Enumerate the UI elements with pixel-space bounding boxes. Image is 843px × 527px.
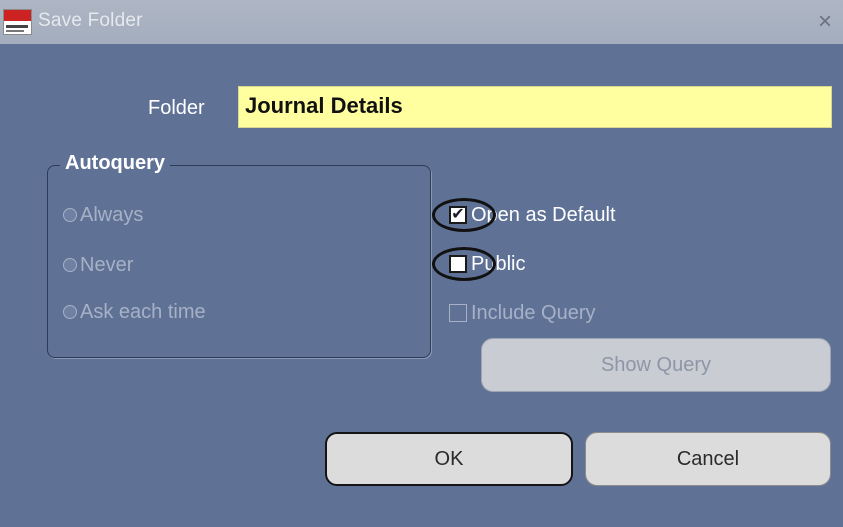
close-icon[interactable]: ×: [818, 9, 832, 35]
include-query-checkbox[interactable]: Include Query: [449, 300, 596, 326]
radio-never-label: Never: [80, 253, 134, 276]
radio-ask-each-time-label: Ask each time: [80, 300, 206, 323]
radio-never[interactable]: Never: [63, 254, 133, 276]
include-query-label: Include Query: [471, 301, 596, 324]
radio-always[interactable]: Always: [63, 204, 143, 226]
cancel-button[interactable]: Cancel: [585, 432, 831, 486]
title-bar[interactable]: Save Folder ×: [0, 0, 843, 44]
highlight-annotation: [432, 198, 496, 232]
save-folder-dialog: Save Folder × Folder Journal Details Aut…: [0, 0, 843, 527]
oracle-app-icon: [3, 9, 32, 35]
checkbox-icon: [449, 304, 467, 322]
radio-ask-each-time[interactable]: Ask each time: [63, 301, 206, 323]
folder-name-input[interactable]: Journal Details: [238, 86, 832, 128]
autoquery-legend: Autoquery: [60, 152, 170, 175]
ok-button[interactable]: OK: [325, 432, 573, 486]
radio-icon: [63, 305, 77, 319]
show-query-button[interactable]: Show Query: [481, 338, 831, 392]
radio-always-label: Always: [80, 203, 144, 226]
radio-icon: [63, 208, 77, 222]
window-title: Save Folder: [38, 10, 143, 31]
radio-icon: [63, 258, 77, 272]
folder-label: Folder: [148, 97, 205, 119]
highlight-annotation: [432, 247, 496, 281]
